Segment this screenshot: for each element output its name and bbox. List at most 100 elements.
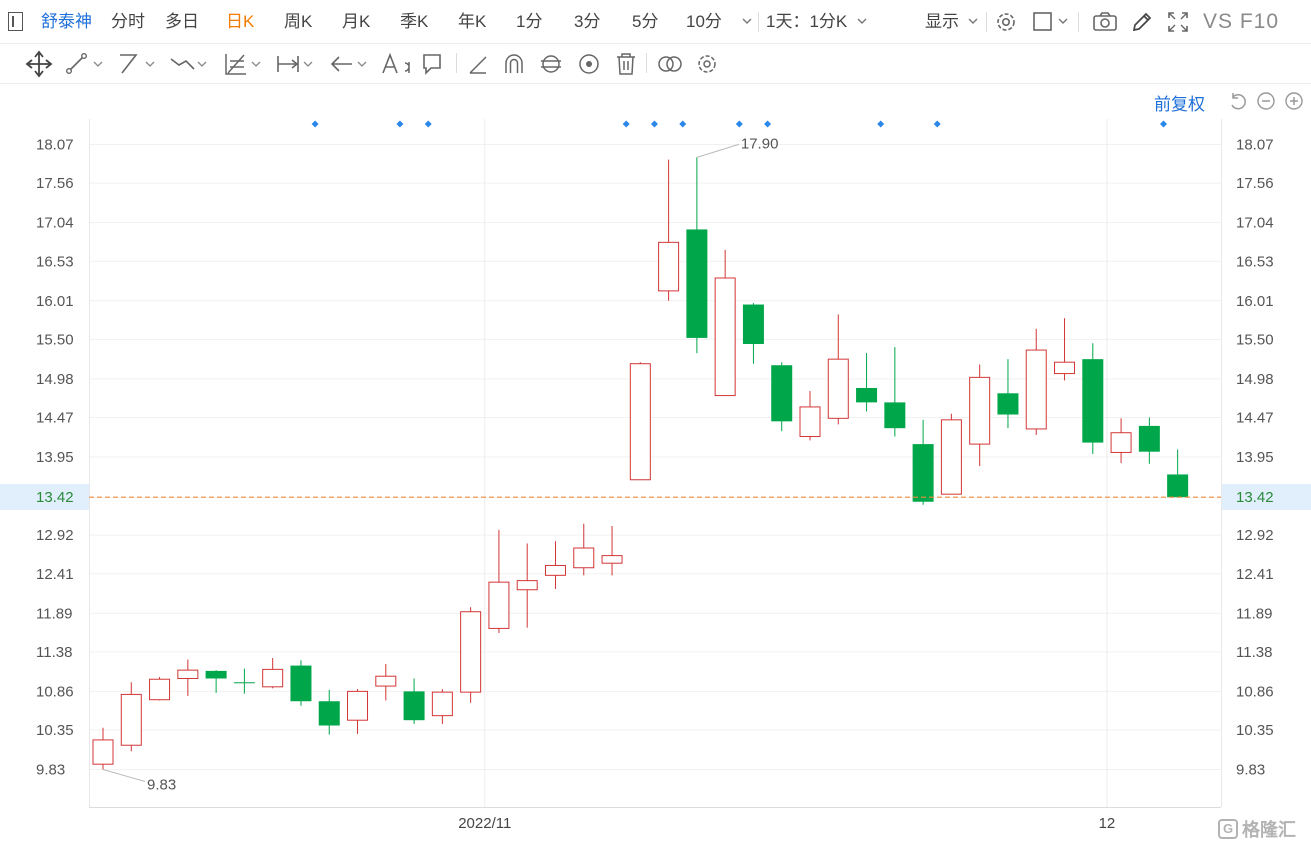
candle-body-up [940,419,962,495]
pen-tool-icon[interactable] [466,49,506,79]
y-tick-label-left: 10.86 [36,683,74,700]
y-tick-label-left: 18.07 [36,137,74,154]
arrow-tool-icon[interactable] [328,49,368,79]
candle-body-down [771,365,793,422]
event-marker [933,120,941,128]
candle-body-down [205,670,227,679]
y-tick-label-right: 14.47 [1236,410,1274,427]
layout-square-icon[interactable] [1030,8,1058,36]
tab-8[interactable]: 3分 [574,0,600,44]
candle-body-up [1025,349,1047,430]
candle-body-down [912,444,934,502]
tab-3[interactable]: 周K [284,0,312,44]
chart-type-icon[interactable] [8,12,23,31]
event-marker [622,120,630,128]
candle-body-up [658,241,680,292]
undo-icon[interactable] [1228,91,1248,116]
adjust-mode-link[interactable]: 前复权 [1154,90,1205,115]
line-tool-icon[interactable] [64,49,104,79]
tab-7[interactable]: 1分 [516,0,542,44]
more-tabs-chevron-icon[interactable] [741,14,753,32]
y-tick-label-right: 12.41 [1236,566,1274,583]
layout-chevron-icon[interactable] [1057,14,1069,32]
tab-2[interactable]: 日K [226,0,254,44]
channel-tool-icon[interactable] [116,49,156,79]
measure-tool-icon[interactable] [274,49,314,79]
vs-f10-link[interactable]: VS F10 [1203,0,1279,44]
current-price-band-left [0,484,89,510]
y-tick-label-left: 14.98 [36,371,74,388]
candle-body-up [347,690,369,721]
fib-tool-icon[interactable] [222,49,262,79]
candle-body-up [92,739,114,765]
tab-6[interactable]: 年K [458,0,486,44]
max-label-leader [696,143,740,158]
settings-tool-icon[interactable] [694,49,734,79]
divider [758,12,759,32]
tab-5[interactable]: 季K [400,0,428,44]
display-menu[interactable]: 显示 [925,0,959,44]
y-tick-label-left: 10.35 [36,722,74,739]
display-chevron-icon[interactable] [967,14,979,32]
y-tick-label-right: 16.53 [1236,253,1274,270]
tab-0[interactable]: 分时 [111,0,145,44]
candle-body-up [1110,432,1132,453]
stock-name[interactable]: 舒泰神 [41,0,92,44]
candle-body-up [1054,361,1076,375]
polyline-tool-icon[interactable] [168,49,208,79]
divider [456,53,457,73]
candlestick-chart[interactable]: 18.07 18.07 17.56 17.56 17.04 17.04 16.53 16.53… [0,0,1311,849]
event-marker [764,120,772,128]
y-tick-label-right: 9.83 [1236,762,1265,779]
candle-body-down [884,402,906,429]
tab-9[interactable]: 5分 [632,0,658,44]
candle-body-down [1082,359,1104,443]
event-marker [311,120,319,128]
sync-tool-icon[interactable] [538,49,578,79]
gear-icon[interactable] [992,8,1020,36]
candle-body-up [516,580,538,591]
tab-10[interactable]: 10分 [686,0,722,44]
min-price-label: 9.83 [147,777,176,794]
y-tick-label-right: 12.92 [1236,527,1274,544]
divider [1078,12,1079,32]
comment-tool-icon[interactable] [420,49,460,79]
zoom-in-icon[interactable] [1284,91,1304,116]
max-price-label: 17.90 [741,135,779,152]
drawing-toolbar [0,44,1311,84]
tab-1[interactable]: 多日 [165,0,199,44]
camera-icon[interactable] [1091,8,1119,36]
magnet-tool-icon[interactable] [501,49,541,79]
candle-body-up [120,693,142,746]
y-tick-label-right: 11.89 [1236,605,1272,622]
candle-body-up [460,611,482,693]
period-select[interactable]: 1天：1分K [766,0,847,44]
y-tick-label-left: 12.41 [36,566,74,583]
pencil-icon[interactable] [1128,8,1156,36]
eye-tool-icon[interactable] [576,49,616,79]
delete-tool-icon[interactable] [613,49,653,79]
candle-body-up [799,406,821,438]
fullscreen-icon[interactable] [1164,8,1192,36]
candle-body-up [969,376,991,445]
candle-body-up [375,675,397,687]
period-chevron-icon[interactable] [856,14,868,32]
y-tick-label-right: 16.01 [1236,293,1274,310]
candle-body-up [827,358,849,419]
move-tool-icon[interactable] [24,49,64,79]
event-marker [679,120,687,128]
y-tick-label-right: 17.56 [1236,175,1274,192]
tab-4[interactable]: 月K [342,0,370,44]
candle-body-up [262,668,284,688]
zoom-out-icon[interactable] [1256,91,1276,116]
candle-body-down [686,229,708,338]
y-tick-label-right: 10.35 [1236,722,1274,739]
y-tick-label-left: 9.83 [36,762,65,779]
candle-body-down [403,691,425,721]
compare-tool-icon[interactable] [656,49,696,79]
text-tool-icon[interactable] [380,49,420,79]
event-marker [396,120,404,128]
y-tick-label-left: 17.56 [36,175,74,192]
candle-body-up [714,277,736,397]
event-marker [735,120,743,128]
